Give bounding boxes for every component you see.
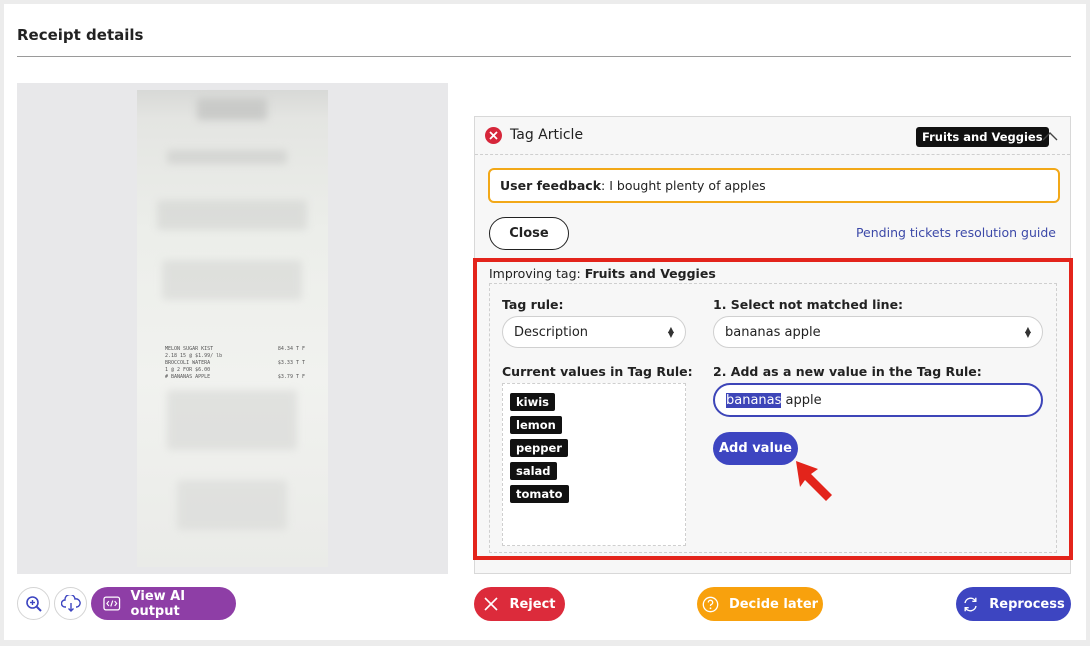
zoom-in-button[interactable]	[17, 587, 50, 620]
code-window-icon	[103, 596, 121, 611]
cloud-download-icon	[60, 594, 81, 612]
tag-badge: Fruits and Veggies	[916, 127, 1049, 147]
user-feedback-box: User feedback: I bought plenty of apples	[488, 168, 1060, 203]
title-divider	[17, 56, 1071, 57]
decide-later-label: Decide later	[728, 596, 819, 612]
tag-article-header[interactable]: Tag Article Fruits and Veggies	[475, 117, 1070, 155]
feedback-label: User feedback	[500, 178, 602, 193]
refresh-icon	[964, 597, 977, 611]
page-title: Receipt details	[17, 26, 144, 44]
question-circle-icon	[702, 596, 719, 612]
close-icon	[484, 597, 499, 611]
view-ai-output-label: View AI output	[130, 588, 186, 619]
receipt-text-lines: MELON SUGAR KIST 84.34 T F 2.18 15 @ $1.9…	[165, 346, 305, 380]
reprocess-label: Reprocess	[989, 596, 1065, 612]
tag-article-title: Tag Article	[510, 127, 584, 143]
feedback-text: : I bought plenty of apples	[601, 178, 766, 193]
chevron-up-icon[interactable]	[1041, 129, 1059, 143]
reprocess-button[interactable]: Reprocess	[956, 587, 1071, 621]
view-ai-output-button[interactable]: View AI output	[91, 587, 236, 620]
resolution-guide-link[interactable]: Pending tickets resolution guide	[856, 225, 1056, 240]
decide-later-button[interactable]: Decide later	[697, 587, 823, 621]
error-circle-icon	[485, 127, 502, 144]
zoom-in-icon	[25, 595, 42, 612]
receipt-image-viewer[interactable]: MELON SUGAR KIST 84.34 T F 2.18 15 @ $1.9…	[17, 83, 448, 574]
close-button[interactable]: Close	[489, 217, 569, 250]
highlight-annotation-box	[473, 258, 1073, 560]
reject-button[interactable]: Reject	[474, 587, 565, 621]
reject-label: Reject	[509, 596, 556, 612]
receipt-image: MELON SUGAR KIST 84.34 T F 2.18 15 @ $1.9…	[137, 90, 328, 567]
download-button[interactable]	[54, 587, 87, 620]
